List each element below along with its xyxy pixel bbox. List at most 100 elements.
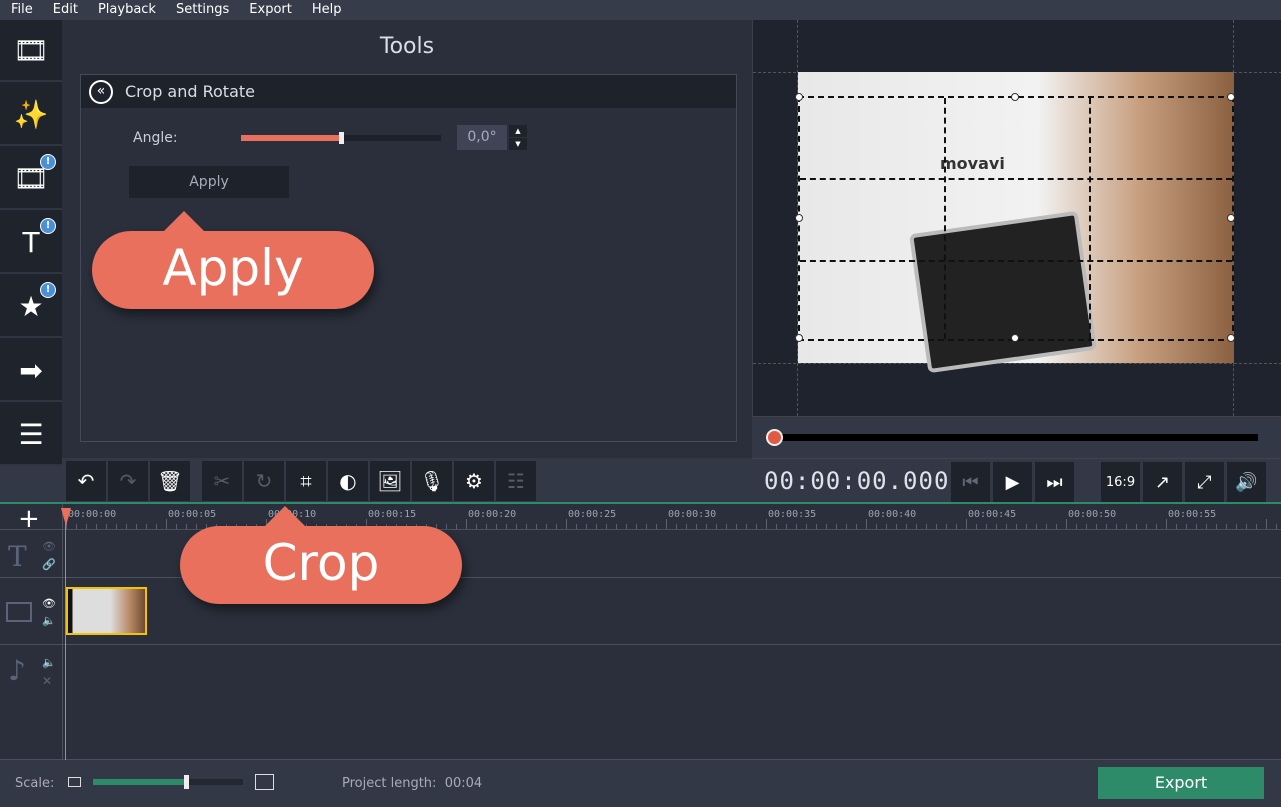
titles-icon: T bbox=[22, 225, 40, 259]
aspect-ratio-button[interactable]: 16:9 bbox=[1101, 462, 1140, 502]
menu-export[interactable]: Export bbox=[238, 0, 301, 20]
menu-edit[interactable]: Edit bbox=[42, 0, 87, 20]
crop-icon: ⌗ bbox=[300, 469, 312, 493]
project-length-label: Project length: bbox=[342, 776, 437, 791]
ruler-label: 00:00:15 bbox=[368, 509, 417, 520]
video-clip[interactable] bbox=[66, 587, 147, 635]
speaker-icon[interactable]: 🔈 bbox=[42, 656, 56, 669]
ruler-tick bbox=[536, 524, 537, 529]
equalizer-icon: ☷ bbox=[507, 469, 525, 493]
scale-slider-thumb[interactable] bbox=[184, 775, 189, 789]
sidebar-item-transitions[interactable]: 🎞! bbox=[0, 148, 62, 210]
sidebar-item-callouts[interactable]: ➡ bbox=[0, 340, 62, 402]
microphone-button[interactable]: 🎙 bbox=[412, 461, 452, 501]
ruler-tick bbox=[516, 524, 517, 529]
ruler-tick bbox=[126, 524, 127, 529]
sidebar-item-titles[interactable]: T! bbox=[0, 212, 62, 274]
guide-line bbox=[753, 363, 1281, 364]
crop-handle[interactable] bbox=[795, 213, 803, 222]
ruler-tick bbox=[746, 524, 747, 529]
rotate-button[interactable]: ↻ bbox=[244, 461, 284, 501]
ruler-tick bbox=[666, 519, 667, 529]
external-window-icon[interactable]: ↗ bbox=[1143, 462, 1182, 502]
crop-frame[interactable] bbox=[795, 93, 1235, 342]
angle-slider-thumb[interactable] bbox=[339, 132, 344, 144]
crop-handle[interactable] bbox=[1227, 93, 1235, 101]
scale-slider[interactable] bbox=[93, 775, 243, 789]
zoom-out-icon[interactable] bbox=[68, 777, 81, 787]
crop-handle[interactable] bbox=[1227, 334, 1235, 342]
ruler-tick bbox=[466, 519, 467, 529]
ruler-tick bbox=[876, 524, 877, 529]
link-icon[interactable]: 🔗 bbox=[42, 558, 56, 571]
sidebar-item-magic-wand[interactable]: ✨ bbox=[0, 84, 62, 146]
eye-icon[interactable]: 👁 bbox=[42, 540, 56, 553]
seek-bar[interactable] bbox=[774, 434, 1258, 441]
ruler-tick bbox=[586, 524, 587, 529]
status-bar: Scale: Project length: 00:04 Export bbox=[0, 760, 1281, 807]
ruler-tick bbox=[1066, 519, 1067, 529]
menu-settings[interactable]: Settings bbox=[165, 0, 238, 20]
ruler-tick bbox=[626, 524, 627, 529]
ruler-tick bbox=[96, 524, 97, 529]
notification-badge: ! bbox=[40, 218, 56, 234]
back-icon[interactable]: « bbox=[89, 79, 113, 104]
crop-button[interactable]: ⌗ bbox=[286, 461, 326, 501]
menu-playback[interactable]: Playback bbox=[87, 0, 165, 20]
ruler-tick bbox=[1166, 519, 1167, 529]
menu-bar: File Edit Playback Settings Export Help bbox=[0, 0, 1281, 20]
angle-up-button[interactable]: ▲ bbox=[509, 125, 527, 137]
crop-handle[interactable] bbox=[1011, 93, 1019, 101]
ruler-tick bbox=[1016, 524, 1017, 529]
next-frame-button[interactable]: ⏭ bbox=[1035, 462, 1074, 502]
menu-file[interactable]: File bbox=[0, 0, 42, 20]
ruler-tick bbox=[926, 524, 927, 529]
ruler-tick bbox=[1146, 524, 1147, 529]
sidebar-item-media-file[interactable]: 🎞 bbox=[0, 20, 62, 82]
unlink-icon[interactable]: ✕ bbox=[42, 674, 52, 688]
angle-slider[interactable] bbox=[241, 132, 441, 144]
angle-down-button[interactable]: ▼ bbox=[509, 138, 527, 150]
playhead-handle[interactable] bbox=[61, 508, 71, 526]
redo-button[interactable]: ↷ bbox=[108, 461, 148, 501]
crop-handle[interactable] bbox=[795, 93, 803, 101]
ruler-label: 00:00:45 bbox=[968, 509, 1017, 520]
ruler-tick bbox=[446, 524, 447, 529]
equalizer-button[interactable]: ☷ bbox=[496, 461, 536, 501]
ruler-tick bbox=[76, 524, 77, 529]
export-button[interactable]: Export bbox=[1098, 767, 1264, 799]
sidebar-item-more-tools[interactable]: ☰ bbox=[0, 404, 62, 466]
angle-input[interactable]: 0,0° bbox=[457, 125, 507, 150]
settings-gear-button[interactable]: ⚙ bbox=[454, 461, 494, 501]
notification-badge: ! bbox=[40, 154, 56, 170]
text-track-icon: T bbox=[8, 540, 27, 573]
cut-button[interactable]: ✂ bbox=[202, 461, 242, 501]
notification-badge: ! bbox=[40, 282, 56, 298]
zoom-in-icon[interactable] bbox=[255, 774, 274, 790]
speaker-icon[interactable]: 🔈 bbox=[42, 614, 56, 627]
ruler-tick bbox=[116, 524, 117, 529]
eye-icon[interactable]: 👁 bbox=[42, 597, 56, 610]
seek-handle[interactable] bbox=[766, 429, 783, 446]
ruler-tick bbox=[1006, 524, 1007, 529]
fullscreen-icon[interactable]: ⤢ bbox=[1185, 462, 1224, 502]
crop-handle[interactable] bbox=[1011, 334, 1019, 342]
playhead[interactable] bbox=[65, 508, 66, 760]
undo-button[interactable]: ↶ bbox=[66, 461, 106, 501]
previous-frame-button[interactable]: ⏮ bbox=[951, 462, 990, 502]
sidebar-item-stickers[interactable]: ★! bbox=[0, 276, 62, 338]
image-button[interactable]: 🖼 bbox=[370, 461, 410, 501]
crop-handle[interactable] bbox=[1227, 213, 1235, 222]
menu-help[interactable]: Help bbox=[301, 0, 351, 20]
panel-header: « Crop and Rotate bbox=[81, 75, 736, 108]
ruler-tick bbox=[1046, 524, 1047, 529]
redo-icon: ↷ bbox=[119, 469, 137, 493]
timeline-ruler[interactable]: 00:00:0000:00:0500:00:1000:00:1500:00:20… bbox=[0, 504, 1281, 530]
ruler-tick bbox=[756, 524, 757, 529]
apply-button[interactable]: Apply bbox=[129, 166, 289, 198]
play-button[interactable]: ▶ bbox=[993, 462, 1032, 502]
color-adjust-button[interactable]: ◐ bbox=[328, 461, 368, 501]
crop-handle[interactable] bbox=[795, 334, 803, 342]
volume-icon[interactable]: 🔊 bbox=[1227, 462, 1266, 502]
delete-button[interactable]: 🗑 bbox=[150, 461, 190, 501]
